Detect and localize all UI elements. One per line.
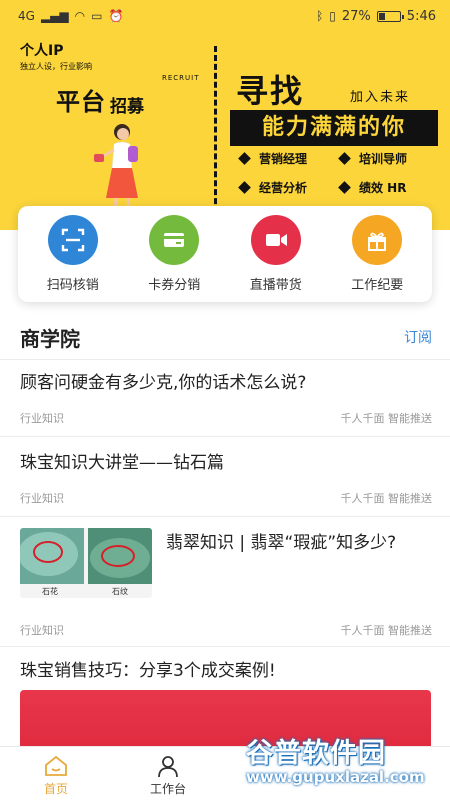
platform-heading: 平台 招募 — [56, 82, 144, 117]
battery-percent: 27% — [341, 8, 371, 24]
vibrate-icon: ▯ — [329, 9, 336, 23]
section-title: 商学院 — [20, 326, 80, 351]
diamond-bullet-icon — [238, 152, 251, 165]
role-item: 绩效 HR — [338, 179, 440, 196]
nav-workbench-label: 工作台 — [149, 782, 186, 796]
divider — [0, 516, 450, 517]
article-category: 行业知识 — [20, 412, 64, 425]
article-item[interactable]: 珠宝销售技巧：分享3个成交案例! — [20, 658, 432, 684]
business-school-header: 商学院 订阅 — [0, 318, 450, 356]
article-meta: 行业知识 千人千面 智能推送 — [20, 622, 432, 638]
jade-thumbnail[interactable]: 石花 石纹 — [20, 528, 152, 598]
network-type: 4G — [18, 9, 35, 23]
article-tags: 千人千面 智能推送 — [340, 412, 433, 425]
recruit-cn: 招募 — [110, 97, 144, 117]
capable-you-banner: 能力满满的你 — [230, 110, 438, 146]
card-icon — [149, 215, 200, 265]
thumb-caption-right: 石纹 — [112, 586, 128, 596]
quick-actions-card: 扫码核销 卡券分销 直播带货 工作纪要 — [18, 206, 432, 302]
article-item[interactable]: 珠宝知识大讲堂——钻石篇 行业知识 千人千面 智能推送 — [20, 450, 432, 506]
banner-divider — [214, 46, 217, 222]
live-selling-label: 直播带货 — [249, 278, 302, 293]
diamond-bullet-icon — [338, 152, 351, 165]
live-selling-button[interactable]: 直播带货 — [226, 215, 326, 293]
status-right: ᛒ ▯ 27% 5:46 — [316, 9, 436, 24]
role-item: 培训导师 — [338, 150, 440, 167]
article-meta: 行业知识 千人千面 智能推送 — [20, 490, 432, 506]
coupon-distribution-button[interactable]: 卡券分销 — [124, 215, 224, 293]
recruit-banner[interactable]: 个人IP 独立人设，行业影响 平台 招募 RECRUIT 寻找 加入未来 能力满… — [0, 32, 450, 230]
subscribe-link[interactable]: 订阅 — [404, 327, 432, 347]
role-item: 经营分析 — [238, 179, 340, 196]
brand-title: 个人IP — [20, 43, 64, 59]
bluetooth-icon: ᛒ — [316, 9, 324, 23]
scan-verify-button[interactable]: 扫码核销 — [23, 215, 123, 293]
join-future-text: 加入未来 — [350, 90, 411, 105]
signal-icon: ▂▄▆ — [40, 9, 69, 23]
nav-home-label: 首页 — [43, 782, 68, 796]
diamond-bullet-icon — [238, 181, 251, 194]
article-title: 珠宝知识大讲堂——钻石篇 — [20, 453, 224, 473]
article-cover-image[interactable] — [20, 690, 431, 750]
live-video-icon — [250, 215, 301, 265]
article-tags: 千人千面 智能推送 — [340, 624, 433, 637]
article-title[interactable]: 翡翠知识 | 翡翠“瑕疵”知多少? — [166, 530, 426, 557]
divider — [0, 359, 450, 360]
work-notes-button[interactable]: 工作纪要 — [327, 215, 427, 293]
scan-icon — [47, 215, 98, 265]
diamond-bullet-icon — [338, 181, 351, 194]
alarm-icon: ⏰ — [108, 9, 124, 23]
divider — [0, 646, 450, 647]
role-list: 营销经理 培训导师 经营分析 绩效 HR — [238, 150, 440, 196]
platform-text: 平台 — [56, 88, 106, 116]
article-category: 行业知识 — [20, 624, 64, 637]
person-icon — [158, 756, 178, 778]
jade-image: 石花 石纹 — [20, 528, 152, 598]
article-title: 顾客问硬金有多少克,你的话术怎么说? — [20, 373, 307, 393]
home-icon — [45, 755, 67, 776]
gift-box-icon — [352, 215, 403, 265]
recruit-en: RECRUIT — [162, 74, 200, 82]
coupon-distribution-label: 卡券分销 — [148, 278, 201, 293]
article-meta-row: 行业知识 千人千面 智能推送 — [20, 622, 432, 638]
battery-icon — [376, 10, 404, 22]
clock: 5:46 — [406, 8, 436, 24]
divider — [0, 436, 450, 437]
article-category: 行业知识 — [20, 492, 64, 505]
article-item[interactable]: 顾客问硬金有多少克,你的话术怎么说? 行业知识 千人千面 智能推送 — [20, 370, 432, 426]
nav-home[interactable]: 首页 — [0, 747, 112, 800]
nav-workbench[interactable]: 工作台 — [112, 747, 224, 800]
brand-subtitle: 独立人设，行业影响 — [20, 62, 92, 71]
status-bar: 4G ▂▄▆ ◠ ▭ ⏰ ᛒ ▯ 27% 5:46 — [0, 0, 450, 32]
seek-heading: 寻找 — [236, 72, 305, 110]
role-item: 营销经理 — [238, 150, 340, 167]
bottom-nav: 首页 工作台 — [0, 746, 450, 800]
article-tags: 千人千面 智能推送 — [340, 492, 433, 505]
brand-block: 个人IP 独立人设，行业影响 — [20, 40, 92, 72]
work-notes-label: 工作纪要 — [351, 278, 404, 293]
wifi-icon: ◠ — [74, 9, 86, 23]
thumb-caption-left: 石花 — [42, 586, 58, 596]
article-meta: 行业知识 千人千面 智能推送 — [20, 410, 432, 426]
scan-verify-label: 扫码核销 — [46, 278, 99, 293]
status-left: 4G ▂▄▆ ◠ ▭ ⏰ — [18, 9, 123, 23]
article-title: 珠宝销售技巧：分享3个成交案例! — [20, 661, 276, 681]
hd-icon: ▭ — [91, 9, 103, 23]
